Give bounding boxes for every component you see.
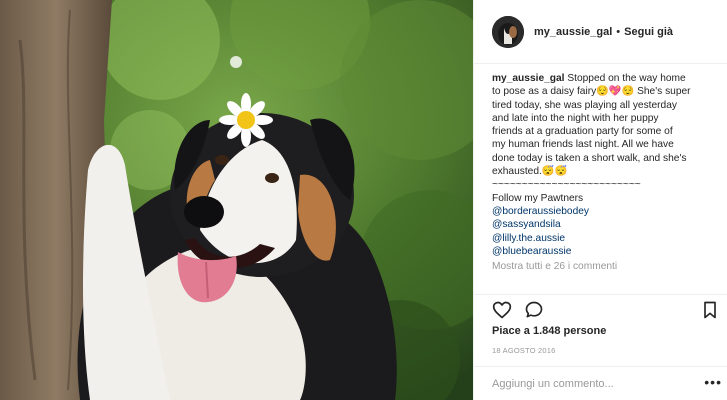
post-date: 18 AGOSTO 2016 — [492, 346, 556, 355]
dog-with-daisy-photo — [0, 0, 473, 400]
comment-form: ••• — [474, 366, 727, 400]
post-sidebar: my_aussie_gal • Segui già my_aussie_gal … — [473, 0, 727, 400]
mention-link[interactable]: @borderaussiebodey — [492, 205, 704, 218]
ellipsis-icon[interactable]: ••• — [704, 375, 722, 389]
mention-link[interactable]: @sassyandsila — [492, 218, 704, 231]
caption-line: and late into the night with her puppy — [492, 112, 659, 124]
caption-line: done today is taken a short walk, and sh… — [492, 152, 687, 164]
bookmark-icon[interactable] — [700, 300, 720, 320]
avatar[interactable] — [492, 15, 524, 48]
likes-count[interactable]: Piace a 1.848 persone — [492, 325, 606, 337]
caption-line: exhausted.😴😴 — [492, 166, 568, 178]
caption-text: Stopped on the way home — [567, 73, 686, 84]
caption-line: friends at a graduation party for some o… — [492, 126, 673, 138]
speech-bubble-icon[interactable] — [524, 300, 544, 320]
caption-line: my human friends last night. All we have — [492, 139, 674, 151]
caption-line: Follow my Pawtners — [492, 192, 584, 204]
caption-username[interactable]: my_aussie_gal — [492, 73, 565, 84]
caption-line: my_aussie_gal Stopped on the way home — [492, 72, 704, 85]
mention-link[interactable]: @bluebearaussie — [492, 245, 704, 258]
caption-line: tired today, she was playing all yesterd… — [492, 99, 677, 111]
caption-line: to pose as a daisy fairy😌💖😌 She's super — [492, 86, 691, 98]
post-photo[interactable] — [0, 0, 473, 400]
post-author-username[interactable]: my_aussie_gal — [534, 26, 612, 38]
caption-divider: ~~~~~~~~~~~~~~~~~~~~~~~~~ — [492, 179, 641, 191]
heart-outline-icon[interactable] — [492, 300, 512, 320]
mention-link[interactable]: @lilly.the.aussie — [492, 232, 704, 245]
comment-input[interactable] — [492, 377, 697, 390]
following-button[interactable]: Segui già — [624, 26, 673, 38]
action-bar — [474, 294, 727, 324]
load-more-comments-link[interactable]: Mostra tutti e 26 i commenti — [492, 260, 704, 273]
post-header: my_aussie_gal • Segui già — [474, 0, 727, 64]
header-separator: • — [616, 25, 621, 38]
caption-and-comments: my_aussie_gal Stopped on the way home to… — [492, 72, 704, 294]
